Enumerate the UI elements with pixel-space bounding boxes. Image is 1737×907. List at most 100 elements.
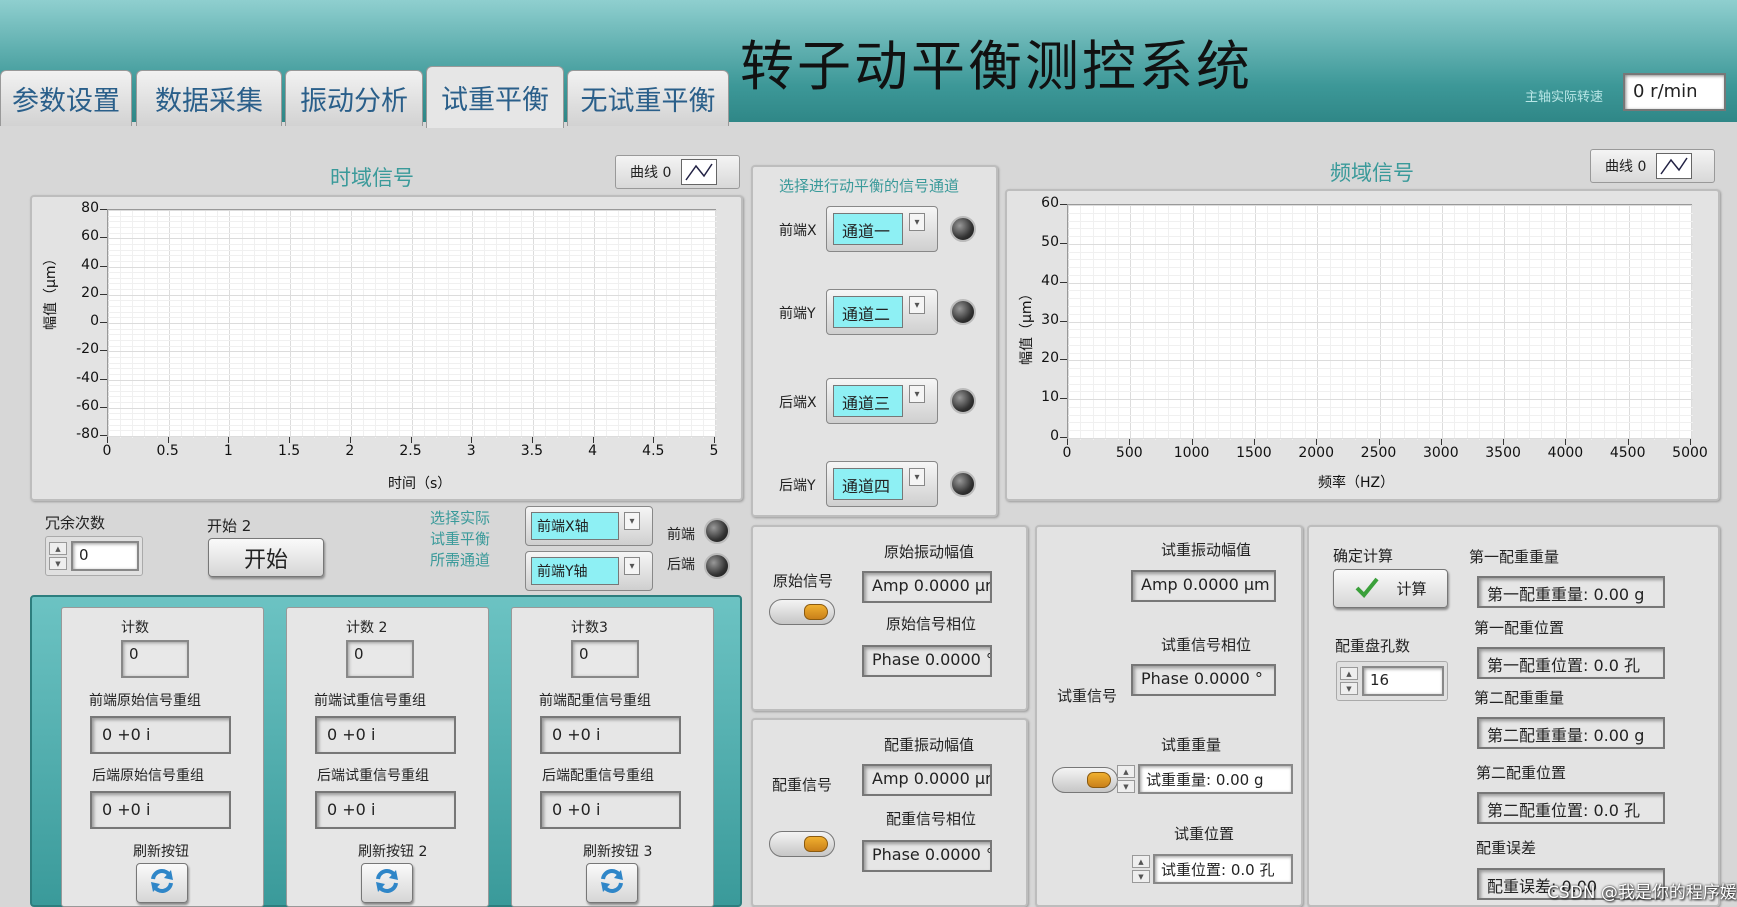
tab-params[interactable]: 参数设置 [0, 70, 132, 126]
y-tick-mark [1060, 320, 1067, 322]
chevron-down-icon[interactable]: ▾ [909, 468, 925, 486]
increment-icon[interactable]: ▲ [1117, 765, 1135, 778]
toggle-knob [804, 836, 828, 852]
y-tick-mark [100, 322, 107, 323]
x-tick-mark [410, 437, 412, 443]
chevron-down-icon[interactable]: ▾ [624, 512, 640, 530]
err-label: 配重误差 [1476, 839, 1537, 857]
x-tick-mark [1378, 439, 1380, 445]
spindle-speed-label: 主轴实际转速 [1525, 90, 1604, 105]
original-signal-toggle[interactable] [769, 599, 835, 625]
trial-pos-input[interactable]: 试重位置: 0.0 孔 [1153, 854, 1293, 884]
x-tick-label: 2 [345, 443, 355, 459]
tab-no-trial-balance[interactable]: 无试重平衡 [567, 70, 729, 126]
calculate-button[interactable]: 计算 [1333, 569, 1448, 608]
redundancy-spinner[interactable]: ▲ ▼ [49, 542, 67, 570]
calculate-button-label: 计算 [1396, 580, 1427, 598]
channel-select-2[interactable]: 通道二 ▾ [826, 289, 938, 335]
holes-control[interactable]: ▲ ▼ 16 [1336, 661, 1448, 701]
time-graph-legend[interactable]: 曲线 0 [615, 155, 740, 189]
y-tick-mark [100, 350, 107, 352]
chevron-down-icon[interactable]: ▾ [909, 385, 925, 403]
redundancy-control[interactable]: ▲ ▼ 0 [45, 536, 143, 576]
tab-trial-balance[interactable]: 试重平衡 [426, 66, 564, 128]
y-tick-mark [100, 435, 107, 436]
y-tick-label: -80 [76, 426, 99, 442]
channel-select-1[interactable]: 通道一 ▾ [826, 206, 938, 252]
x-tick-label: 0 [1062, 445, 1072, 461]
app-title: 转子动平衡测控系统 [740, 35, 1253, 98]
count-label: 计数 [121, 620, 149, 636]
x-tick-mark [592, 437, 594, 443]
rear-recombine-display: 0 +0 i [90, 791, 231, 829]
rear-axis-select[interactable]: 前端Y轴 ▾ [525, 551, 653, 591]
p2-label: 第二配重位置 [1476, 764, 1567, 782]
x-tick-mark [289, 437, 291, 443]
y-tick-label: 80 [81, 200, 99, 216]
increment-icon[interactable]: ▲ [1340, 667, 1358, 680]
decrement-icon[interactable]: ▼ [1132, 870, 1150, 883]
p2-display: 第二配重位置: 0.0 孔 [1477, 792, 1665, 824]
redundancy-input[interactable]: 0 [71, 541, 139, 571]
y-tick-label: 0 [90, 313, 99, 329]
counterweight-signal-toggle[interactable] [769, 831, 835, 857]
original-toggle-label: 原始信号 [773, 572, 834, 590]
y-tick-label: -40 [76, 369, 99, 386]
line-plot-icon [681, 159, 718, 185]
front-axis-select[interactable]: 前端X轴 ▾ [525, 506, 653, 546]
tab-acquisition[interactable]: 数据采集 [136, 70, 282, 126]
decrement-icon[interactable]: ▼ [1340, 682, 1358, 695]
original-phase-label: 原始信号相位 [886, 615, 977, 633]
trial-amp-label: 试重振动幅值 [1161, 541, 1252, 559]
refresh-button[interactable] [136, 863, 188, 903]
increment-icon[interactable]: ▲ [49, 542, 67, 555]
x-tick-label: 1500 [1236, 445, 1272, 461]
trial-pos-spinner[interactable]: ▲ ▼ [1132, 855, 1150, 883]
x-tick-mark [1129, 439, 1131, 445]
trial-mass-input[interactable]: 试重重量: 0.00 g [1138, 764, 1293, 794]
channel-select-value: 通道三 [833, 385, 903, 417]
trial-pos-control[interactable]: ▲ ▼ 试重位置: 0.0 孔 [1132, 852, 1293, 886]
original-amp-label: 原始振动幅值 [884, 543, 975, 561]
time-graph-plot[interactable] [107, 209, 717, 438]
holes-spinner[interactable]: ▲ ▼ [1340, 667, 1358, 695]
freq-graph-legend[interactable]: 曲线 0 [1590, 149, 1715, 183]
rear-recombine-label: 后端试重信号重组 [317, 768, 429, 784]
refresh-button[interactable] [361, 863, 413, 903]
y-tick-mark [100, 237, 107, 239]
channel-select-3[interactable]: 通道三 ▾ [826, 378, 938, 424]
x-tick-label: 0.5 [156, 443, 179, 459]
tab-vibration[interactable]: 振动分析 [285, 70, 423, 126]
x-tick-label: 5 [709, 443, 719, 459]
trial-mass-spinner[interactable]: ▲ ▼ [1117, 765, 1135, 793]
trial-signal-toggle[interactable] [1052, 767, 1118, 793]
freq-graph-plot[interactable] [1067, 204, 1693, 440]
checkmark-icon [1354, 576, 1380, 602]
y-tick-mark [100, 406, 107, 408]
x-tick-label: 3500 [1485, 445, 1521, 461]
channel-select-4[interactable]: 通道四 ▾ [826, 461, 938, 507]
x-tick-mark [167, 437, 169, 443]
y-tick-label: 60 [81, 228, 99, 245]
channel-led-1 [950, 216, 976, 242]
chevron-down-icon[interactable]: ▾ [909, 213, 925, 231]
redundancy-label: 冗余次数 [45, 514, 106, 532]
chevron-down-icon[interactable]: ▾ [909, 296, 925, 314]
y-tick-mark [100, 209, 107, 210]
decrement-icon[interactable]: ▼ [1117, 780, 1135, 793]
chevron-down-icon[interactable]: ▾ [624, 557, 640, 575]
label-line: 所需通道 [430, 551, 491, 569]
refresh-button[interactable] [586, 863, 638, 903]
x-tick-label: 1 [223, 443, 233, 459]
start-button[interactable]: 开始 [208, 538, 324, 577]
holes-input[interactable]: 16 [1362, 666, 1444, 696]
toggle-knob [804, 604, 828, 620]
rear-recombine-label: 后端原始信号重组 [92, 768, 204, 784]
y-tick-label: -60 [76, 397, 99, 414]
trial-mass-control[interactable]: ▲ ▼ 试重重量: 0.00 g [1117, 762, 1293, 796]
w2-label: 第二配重重量 [1474, 689, 1565, 707]
increment-icon[interactable]: ▲ [1132, 855, 1150, 868]
x-tick-label: 4000 [1547, 445, 1584, 461]
decrement-icon[interactable]: ▼ [49, 557, 67, 570]
refresh-icon [373, 867, 401, 899]
